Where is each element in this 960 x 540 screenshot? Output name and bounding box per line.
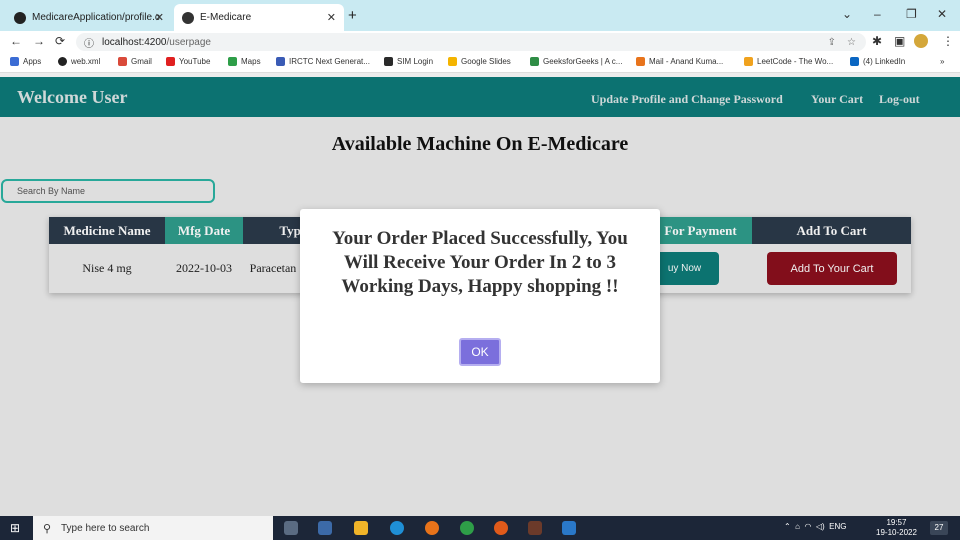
bookmark-linkedin[interactable]: (4) LinkedIn	[850, 57, 905, 66]
bookmark-mail[interactable]: Mail - Anand Kuma...	[636, 57, 723, 66]
search-icon: ⚲	[43, 522, 52, 535]
github-icon	[58, 57, 67, 66]
bookmark-label: LeetCode - The Wo...	[757, 57, 834, 66]
maps-icon	[228, 57, 237, 66]
volume-icon[interactable]: ◁)	[816, 522, 825, 531]
forward-icon[interactable]: →	[33, 34, 45, 48]
chevron-down-icon[interactable]: ⌄	[842, 7, 852, 21]
taskbar-search[interactable]: ⚲ Type here to search	[33, 516, 273, 540]
chrome-icon[interactable]	[460, 521, 474, 535]
bookmark-sim-login[interactable]: SIM Login	[384, 57, 433, 66]
gfg-icon	[530, 57, 539, 66]
bookmark-irctc[interactable]: IRCTC Next Generat...	[276, 57, 370, 66]
star-icon[interactable]: ☆	[847, 37, 856, 48]
apps-icon	[10, 57, 19, 66]
slides-icon	[448, 57, 457, 66]
restore-icon[interactable]: ❐	[906, 7, 917, 21]
game-icon[interactable]	[528, 521, 542, 535]
app-icon[interactable]	[494, 521, 508, 535]
bookmark-label: Gmail	[131, 57, 152, 66]
sidebar-icon[interactable]: ▣	[894, 34, 905, 48]
order-success-dialog: Your Order Placed Successfully, You Will…	[300, 209, 660, 383]
github-icon	[14, 11, 26, 24]
wifi-icon[interactable]: ◠	[804, 522, 811, 531]
close-window-icon[interactable]: ✕	[937, 7, 947, 21]
youtube-icon	[166, 57, 175, 66]
back-icon[interactable]: ←	[10, 34, 22, 48]
bookmark-label: Apps	[23, 57, 42, 66]
browser-tab-emedicare[interactable]: E-Medicare ✕	[174, 4, 344, 31]
new-tab-icon[interactable]: +	[348, 7, 357, 24]
extensions-icon[interactable]: ✱	[872, 34, 882, 48]
browser-tab-bar: MedicareApplication/profile.com ✕ E-Medi…	[0, 0, 960, 31]
url-path: /userpage	[166, 36, 211, 48]
clock-date: 19-10-2022	[876, 528, 917, 537]
address-bar[interactable]: ⓘ localhost:4200/userpage ⇪ ☆	[76, 33, 866, 51]
bookmarks-more[interactable]: »	[940, 57, 944, 66]
bookmark-maps[interactable]: Maps	[228, 57, 261, 66]
angular-icon	[182, 11, 194, 24]
windows-taskbar: ⊞ ⚲ Type here to search ⌃ ⌂ ◠ ◁) ENG 19:…	[0, 516, 960, 540]
vscode-icon[interactable]	[562, 521, 576, 535]
bookmark-gmail[interactable]: Gmail	[118, 57, 152, 66]
linkedin-icon	[850, 57, 859, 66]
tab-label: E-Medicare	[200, 12, 252, 23]
sim-icon	[384, 57, 393, 66]
bookmark-google-slides[interactable]: Google Slides	[448, 57, 511, 66]
irctc-icon	[276, 57, 285, 66]
file-explorer-icon[interactable]	[354, 521, 368, 535]
reload-icon[interactable]: ⟳	[55, 34, 65, 48]
task-view-icon[interactable]	[284, 521, 298, 535]
bookmark-label: web.xml	[71, 57, 101, 66]
notification-badge[interactable]: 27	[930, 521, 948, 535]
share-icon[interactable]: ⇪	[828, 37, 836, 48]
bookmark-label: Google Slides	[461, 57, 511, 66]
language-label[interactable]: ENG	[829, 522, 846, 531]
clock-time: 19:57	[886, 518, 907, 527]
close-tab-icon[interactable]: ✕	[155, 11, 164, 24]
bookmark-geeksforgeeks[interactable]: GeeksforGeeks | A c...	[530, 57, 622, 66]
bookmark-label: YouTube	[179, 57, 211, 66]
gmail-icon	[118, 57, 127, 66]
edge-icon[interactable]	[390, 521, 404, 535]
bookmark-label: Mail - Anand Kuma...	[649, 57, 724, 66]
terminal-icon[interactable]	[318, 521, 332, 535]
bookmark-label: GeeksforGeeks | A c...	[543, 57, 623, 66]
outlook-icon	[636, 57, 645, 66]
address-row: ← → ⟳ ⓘ localhost:4200/userpage ⇪ ☆ ✱ ▣ …	[0, 31, 960, 53]
firefox-icon[interactable]	[425, 521, 439, 535]
your-cart-link[interactable]: Your Cart	[811, 92, 863, 107]
windows-start-icon[interactable]: ⊞	[10, 521, 20, 535]
system-tray: ⌃ ⌂ ◠ ◁) ENG	[784, 522, 847, 531]
app-header: Welcome User Update Profile and Change P…	[0, 77, 960, 117]
welcome-title: Welcome User	[17, 87, 128, 107]
ok-button[interactable]: OK	[459, 338, 501, 366]
bookmark-label: Maps	[241, 57, 261, 66]
bookmark-leetcode[interactable]: LeetCode - The Wo...	[744, 57, 833, 66]
leetcode-icon	[744, 57, 753, 66]
bookmark-youtube[interactable]: YouTube	[166, 57, 210, 66]
menu-icon[interactable]: ⋮	[942, 34, 954, 48]
bookmark-label: IRCTC Next Generat...	[289, 57, 370, 66]
url-host: localhost:4200	[102, 36, 167, 48]
info-icon: ⓘ	[84, 38, 94, 50]
bookmark-webxml[interactable]: web.xml	[58, 57, 100, 66]
network-icon[interactable]: ⌂	[795, 522, 800, 531]
taskbar-search-label: Type here to search	[61, 522, 150, 534]
browser-tab-profile[interactable]: MedicareApplication/profile.com ✕	[6, 4, 172, 31]
minimize-icon[interactable]: –	[874, 7, 881, 21]
tab-label: MedicareApplication/profile.com	[32, 12, 160, 23]
profile-avatar[interactable]	[914, 34, 928, 48]
update-profile-link[interactable]: Update Profile and Change Password	[591, 92, 783, 107]
bookmark-apps[interactable]: Apps	[10, 57, 41, 66]
bookmark-label: (4) LinkedIn	[863, 57, 906, 66]
bookmark-label: SIM Login	[397, 57, 434, 66]
bookmarks-bar: Apps web.xml Gmail YouTube Maps IRCTC Ne…	[0, 53, 960, 73]
logout-link[interactable]: Log-out	[879, 92, 920, 107]
dialog-message: Your Order Placed Successfully, You Will…	[332, 228, 628, 297]
clock[interactable]: 19:57 19-10-2022	[876, 518, 917, 538]
close-tab-icon[interactable]: ✕	[327, 11, 336, 24]
chevron-up-icon[interactable]: ⌃	[784, 522, 791, 531]
